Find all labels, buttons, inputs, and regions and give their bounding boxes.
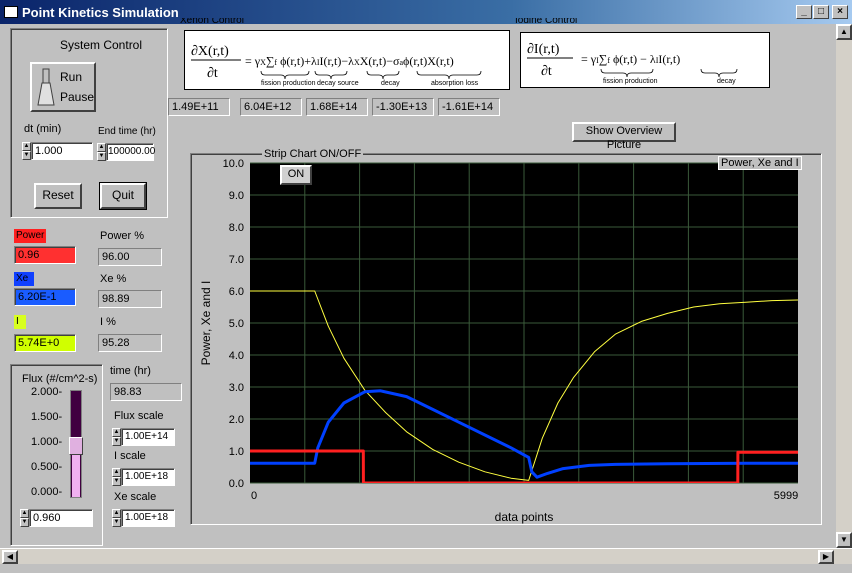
y-tick-label: 6.0 (229, 286, 244, 298)
title-bar: Point Kinetics Simulation _ □ × (0, 0, 852, 24)
end-time-stepper[interactable]: ▲ ▼ (97, 143, 106, 161)
y-axis-label: Power, Xe and I (199, 281, 213, 366)
window-title: Point Kinetics Simulation (22, 5, 179, 20)
maximize-button[interactable]: □ (813, 5, 829, 19)
close-button[interactable]: × (832, 5, 848, 19)
show-overview-picture-button[interactable]: Show Overview Picture (572, 122, 676, 151)
term-readout-4: -1.30E+13 (372, 98, 434, 116)
power-pct-value: 96.00 (98, 248, 162, 266)
xe-pct-value: 98.89 (98, 290, 162, 308)
y-tick-label: 8.0 (229, 222, 244, 234)
svg-text:= γX∑f ϕ(r,t)+λII(r,t)−λXX(r,t: = γX∑f ϕ(r,t)+λII(r,t)−λXX(r,t)−σaϕ(r,t)… (245, 54, 454, 68)
term-readout-5: -1.61E+14 (438, 98, 500, 116)
quit-button[interactable]: Quit (99, 182, 147, 210)
flux-scale-label: Flux scale (114, 410, 164, 422)
xenon-control-caption: Xenon Control (180, 18, 244, 26)
power-label: Power (14, 229, 46, 243)
xe-scale-label: Xe scale (114, 491, 157, 503)
time-value: 98.83 (110, 383, 182, 401)
dt-stepper[interactable]: ▲ ▼ (22, 142, 31, 160)
dt-input[interactable]: 1.000 (31, 142, 93, 160)
xe-term-fission-label: fission production (261, 80, 316, 87)
power-pct-label: Power % (100, 230, 145, 242)
flux-stepper[interactable]: ▲ ▼ (20, 509, 29, 527)
flux-tick-1000: 1.000- (31, 436, 63, 448)
y-tick-label: 10.0 (223, 158, 244, 170)
svg-text:∂I(r,t): ∂I(r,t) (527, 42, 560, 57)
scroll-right-arrow-icon[interactable]: ▶ (818, 550, 834, 564)
y-tick-label: 2.0 (229, 414, 244, 426)
dt-label: dt (min) (24, 123, 62, 135)
strip-chart-toggle-button[interactable]: ON (280, 165, 312, 185)
xenon-equation: ∂X(r,t) ∂t = γX∑f ϕ(r,t)+λII(r,t)−λXX(r,… (184, 30, 510, 90)
x-axis-label: data points (495, 510, 554, 524)
svg-text:∂X(r,t): ∂X(r,t) (191, 44, 229, 59)
i-value: 5.74E+0 (14, 334, 76, 352)
chart-svg: 0.0 1.0 2.0 3.0 4.0 5.0 6.0 7.0 8.0 9.0 10.0 0 5999 d… (199, 158, 798, 524)
xe-label: Xe (14, 272, 34, 286)
term-readout-3: 1.68E+14 (306, 98, 368, 116)
flux-scale-stepper[interactable]: ▲ ▼ (112, 428, 121, 446)
x-tick-label: 5999 (774, 490, 798, 502)
flux-tick-0000: 0.000- (31, 486, 63, 498)
xe-scale-stepper[interactable]: ▲ ▼ (112, 509, 121, 527)
system-control-title: System Control (60, 38, 143, 52)
i-scale-stepper[interactable]: ▲ ▼ (112, 468, 121, 486)
flux-slider-thumb[interactable] (69, 437, 83, 456)
vertical-scrollbar[interactable]: ▲ ▼ (836, 24, 852, 548)
chart-legend-title: Power, Xe and I (718, 156, 802, 170)
xe-pct-label: Xe % (100, 273, 127, 285)
flux-input[interactable]: 0.960 (29, 509, 93, 527)
flux-scale-input[interactable]: 1.00E+14 (121, 428, 175, 446)
y-tick-label: 9.0 (229, 190, 244, 202)
run-label: Run (60, 70, 83, 84)
iodine-equation: ∂I(r,t) ∂t = γI∑f ϕ(r,t) − λII(r,t) fiss… (520, 32, 770, 88)
flux-tick-2000: 2.000- (31, 386, 63, 398)
xe-term-source-label: decay source (317, 80, 359, 87)
flux-slider-track[interactable] (69, 390, 83, 498)
y-tick-label: 5.0 (229, 318, 244, 330)
y-tick-label: 1.0 (229, 446, 244, 458)
i-scale-input[interactable]: 1.00E+18 (121, 468, 175, 486)
i-term-fission-label: fission production (603, 78, 658, 85)
run-pause-switch[interactable]: Run Pause (30, 62, 96, 112)
x-tick-label: 0 (251, 490, 257, 502)
toggle-switch-icon (37, 68, 55, 106)
i-label: I (14, 315, 26, 329)
y-tick-label: 3.0 (229, 382, 244, 394)
y-tick-label: 7.0 (229, 254, 244, 266)
svg-text:∂t: ∂t (207, 66, 218, 81)
app-icon (4, 6, 18, 18)
pause-label: Pause (60, 90, 95, 104)
end-time-label: End time (hr) (98, 126, 156, 137)
i-pct-label: I % (100, 316, 116, 328)
time-label: time (hr) (110, 365, 151, 377)
flux-tick-1500: 1.500- (31, 411, 63, 423)
svg-text:= γI∑f ϕ(r,t) − λII(r,t): = γI∑f ϕ(r,t) − λII(r,t) (581, 52, 680, 66)
term-readout-1: 1.49E+11 (168, 98, 230, 116)
xe-term-decay-label: decay (381, 80, 400, 87)
xe-scale-input[interactable]: 1.00E+18 (121, 509, 175, 527)
end-time-input[interactable]: 100000.00 (106, 143, 155, 161)
scroll-up-arrow-icon[interactable]: ▲ (836, 24, 852, 40)
i-term-decay-label: decay (717, 78, 736, 85)
minimize-button[interactable]: _ (796, 5, 812, 19)
iodine-control-caption: Iodine Control (515, 18, 578, 26)
power-value: 0.96 (14, 246, 76, 264)
svg-text:∂t: ∂t (541, 64, 552, 79)
flux-label: Flux (#/cm^2-s) (22, 373, 98, 385)
i-scale-label: I scale (114, 450, 146, 462)
term-readout-2: 6.04E+12 (240, 98, 302, 116)
xe-value: 6.20E-1 (14, 288, 76, 306)
scroll-left-arrow-icon[interactable]: ◀ (2, 550, 18, 564)
y-tick-label: 0.0 (229, 478, 244, 490)
reset-button[interactable]: Reset (34, 183, 82, 209)
scroll-down-arrow-icon[interactable]: ▼ (836, 532, 852, 548)
y-tick-label: 4.0 (229, 350, 244, 362)
xe-term-absorb-label: absorption loss (431, 80, 479, 87)
flux-tick-0500: 0.500- (31, 461, 63, 473)
horizontal-scrollbar[interactable]: ◀ ▶ (0, 548, 852, 564)
i-pct-value: 95.28 (98, 334, 162, 352)
